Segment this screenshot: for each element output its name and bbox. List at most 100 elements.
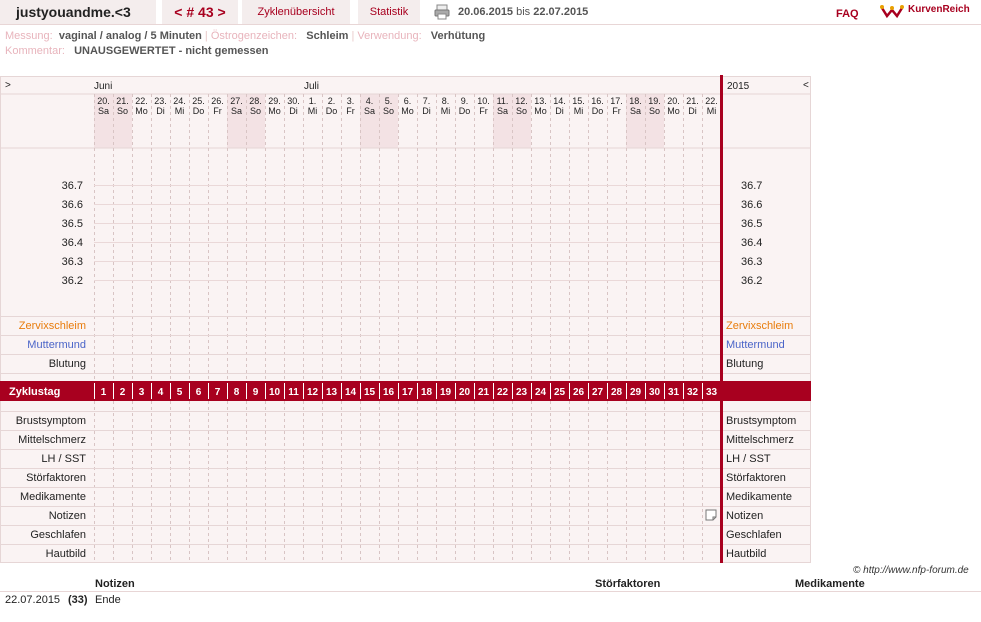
footer-entry-date: 22.07.2015 — [5, 594, 61, 606]
day-date-label: 5. — [385, 96, 393, 106]
day-weekday-label: So — [649, 106, 660, 116]
row-label-left: Mittelschmerz — [18, 434, 86, 446]
temp-label-left: 36.6 — [62, 199, 83, 211]
row-label-left: Blutung — [49, 358, 86, 370]
day-weekday-label: Mi — [574, 106, 584, 116]
kurvenreich-logo-icon[interactable] — [880, 2, 904, 22]
cycle-day-number: 1 — [101, 387, 107, 398]
day-weekday-label: Fr — [479, 106, 488, 116]
day-weekday-label: Mo — [268, 106, 281, 116]
day-date-label: 7. — [423, 96, 431, 106]
nav-next-button[interactable]: < — [803, 80, 809, 91]
nav-prev-button[interactable]: > — [5, 80, 11, 91]
day-weekday-label: Mo — [401, 106, 414, 116]
day-weekday-label: So — [117, 106, 128, 116]
row-label-right: Medikamente — [726, 491, 792, 503]
comment-label: Kommentar: — [5, 45, 65, 57]
day-date-label: 22. — [135, 96, 148, 106]
footer-entry-day: (33) — [68, 594, 88, 606]
day-date-label: 20. — [97, 96, 110, 106]
chart-background — [0, 76, 811, 562]
cycle-day-number: 29 — [630, 387, 642, 398]
cycle-day-number: 23 — [516, 387, 528, 398]
row-label-right: Blutung — [726, 358, 763, 370]
footer-col-disturbances: Störfaktoren — [595, 578, 661, 590]
cycle-day-number: 28 — [611, 387, 623, 398]
temp-label-right: 36.6 — [741, 199, 762, 211]
day-date-label: 12. — [515, 96, 528, 106]
row-label-left: Muttermund — [27, 339, 86, 351]
day-weekday-label: Sa — [98, 106, 109, 116]
day-weekday-label: Mo — [135, 106, 148, 116]
year-label: 2015 — [727, 81, 750, 92]
cycle-day-number: 9 — [253, 387, 259, 398]
cycle-day-number: 18 — [421, 387, 433, 398]
day-date-label: 9. — [461, 96, 469, 106]
cycle-day-number: 27 — [592, 387, 604, 398]
day-date-label: 26. — [211, 96, 224, 106]
date-to: 22.07.2015 — [533, 6, 589, 18]
footer-divider — [0, 591, 981, 592]
day-weekday-label: Fr — [213, 106, 222, 116]
date-range: 20.06.2015 bis 22.07.2015 — [458, 6, 588, 18]
day-date-label: 30. — [287, 96, 300, 106]
row-label-right: Zervixschleim — [726, 320, 793, 332]
footer-col-medications: Medikamente — [795, 578, 865, 590]
day-weekday-label: Sa — [364, 106, 375, 116]
day-date-label: 1. — [309, 96, 317, 106]
day-weekday-label: Do — [326, 106, 338, 116]
row-label-left: Störfaktoren — [26, 472, 86, 484]
day-weekday-label: Fr — [612, 106, 621, 116]
temp-label-left: 36.2 — [62, 275, 83, 287]
row-label-right: Hautbild — [726, 548, 766, 560]
day-date-label: 21. — [116, 96, 129, 106]
row-label-left: Geschlafen — [30, 529, 86, 541]
row-label-left: LH / SST — [41, 453, 86, 465]
day-weekday-label: Di — [156, 106, 165, 116]
row-label-right: Geschlafen — [726, 529, 782, 541]
day-date-label: 21. — [686, 96, 699, 106]
day-weekday-label: Di — [422, 106, 431, 116]
cycle-day-number: 7 — [215, 387, 221, 398]
day-weekday-label: Do — [459, 106, 471, 116]
cycle-day-number: 26 — [573, 387, 585, 398]
cycle-day-number: 33 — [706, 387, 718, 398]
printer-icon[interactable] — [434, 4, 450, 20]
tab-cycle-overview[interactable]: Zyklenübersicht — [242, 0, 350, 24]
footer-entry-note: Ende — [95, 594, 121, 606]
day-date-label: 11. — [497, 96, 509, 106]
temp-label-right: 36.4 — [741, 237, 762, 249]
row-label-left: Medikamente — [20, 491, 86, 503]
cycle-day-number: 20 — [459, 387, 471, 398]
copyright: © http://www.nfp-forum.de — [853, 565, 969, 576]
cycle-day-number: 5 — [177, 387, 183, 398]
temp-label-right: 36.3 — [741, 256, 762, 268]
day-date-label: 6. — [404, 96, 412, 106]
row-label-left: Zervixschleim — [19, 320, 86, 332]
temp-label-left: 36.3 — [62, 256, 83, 268]
cycle-navigator[interactable]: < # 43 > — [162, 0, 238, 24]
cycle-day-number: 13 — [326, 387, 338, 398]
cycle-day-number: 3 — [139, 387, 145, 398]
cycle-day-number: 31 — [668, 387, 680, 398]
day-weekday-label: Fr — [346, 106, 355, 116]
day-date-label: 8. — [442, 96, 450, 106]
username: justyouandme.<3 — [0, 0, 156, 24]
usage-value: Verhütung — [430, 30, 486, 42]
day-weekday-label: Mi — [175, 106, 185, 116]
day-weekday-label: Di — [555, 106, 564, 116]
day-date-label: 19. — [648, 96, 661, 106]
logo-text[interactable]: KurvenReich — [908, 4, 970, 15]
day-date-label: 18. — [629, 96, 642, 106]
day-date-label: 4. — [366, 96, 374, 106]
day-date-label: 27. — [230, 96, 243, 106]
cycle-day-number: 30 — [649, 387, 661, 398]
faq-link[interactable]: FAQ — [836, 8, 859, 20]
day-weekday-label: Do — [193, 106, 205, 116]
day-date-label: 16. — [591, 96, 604, 106]
tab-statistics[interactable]: Statistik — [358, 0, 420, 24]
cycle-day-number: 8 — [234, 387, 240, 398]
note-icon[interactable] — [705, 509, 717, 521]
cycle-chart: > <Juni Juli 201520.Sa21.So22.Mo23.Di24.Mi2… — [0, 75, 811, 563]
cycle-day-number: 24 — [535, 387, 547, 398]
